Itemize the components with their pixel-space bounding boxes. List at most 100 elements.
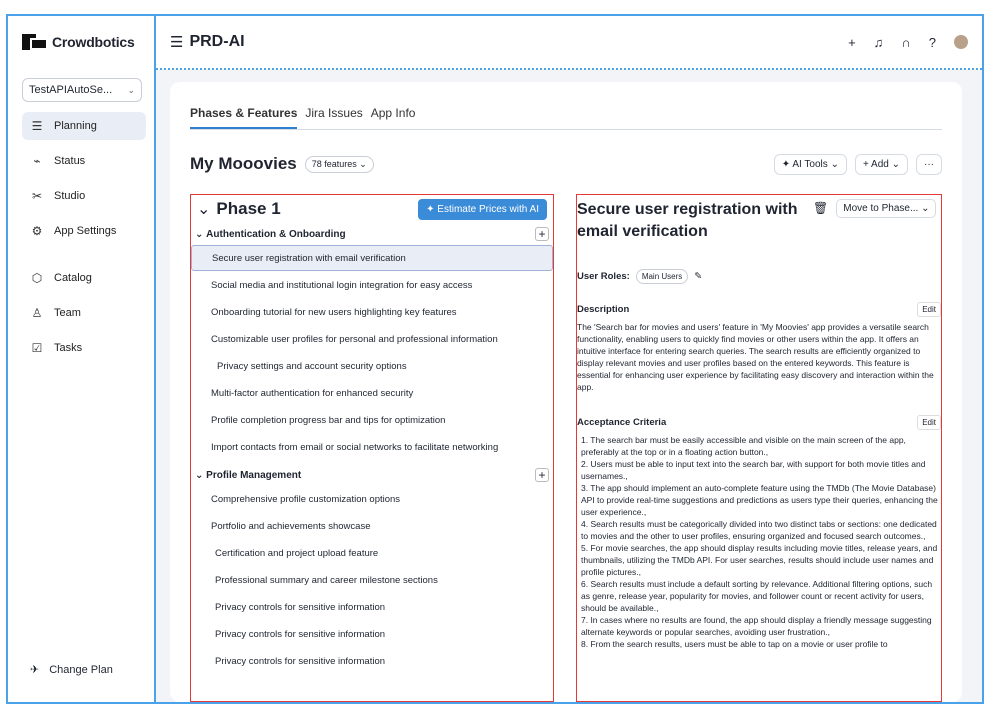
move-to-phase-label: Move to Phase... [843, 203, 919, 214]
sidebar-item-studio[interactable]: ✂ Studio [22, 182, 146, 210]
more-button[interactable]: ··· [916, 153, 942, 175]
list-item[interactable]: Social media and institutional login int… [191, 272, 553, 298]
chevron-down-icon: ⌄ [127, 84, 135, 95]
criteria-item: 1. The search bar must be easily accessi… [581, 435, 906, 457]
team-icon: ♙ [31, 306, 43, 320]
list-item[interactable]: Privacy controls for sensitive informati… [191, 621, 553, 647]
sidebar-item-team[interactable]: ♙ Team [22, 299, 146, 327]
sidebar-item-label: Status [54, 155, 86, 167]
list-item[interactable]: Certification and project upload feature [191, 540, 553, 566]
project-select[interactable]: TestAPIAutoSe... ⌄ [22, 78, 142, 102]
plus-icon[interactable]: + [848, 35, 856, 50]
window-top-strip [0, 0, 988, 14]
sidebar-item-label: Studio [54, 190, 86, 202]
criteria-item: 2. Users must be able to input text into… [581, 459, 926, 481]
criteria-item: 6. Search results must include a default… [581, 579, 933, 613]
add-feature-button[interactable]: + [535, 468, 549, 482]
section-header[interactable]: ⌄ Profile Management + [191, 464, 553, 486]
feature-count-dropdown[interactable]: 78 features ⌄ [304, 155, 374, 173]
list-item[interactable]: Import contacts from email or social net… [191, 434, 553, 460]
estimate-label: Estimate Prices with AI [437, 203, 539, 215]
page-title: PRD-AI [189, 33, 245, 50]
top-header: ☰ PRD-AI + ♫ ∩ ? [156, 16, 982, 70]
phase-header: ⌄ Phase 1 ✦ Estimate Prices with AI [191, 195, 553, 223]
sidebar-item-tasks[interactable]: ☑ Tasks [22, 334, 146, 362]
ai-tools-label: AI Tools [792, 158, 828, 170]
edit-criteria-button[interactable]: Edit [917, 415, 941, 430]
sidebar-item-label: Planning [54, 120, 97, 132]
trash-icon[interactable]: 🗑 [813, 201, 828, 215]
list-item[interactable]: Profile completion progress bar and tips… [191, 407, 553, 433]
change-plan-label: Change Plan [49, 663, 113, 676]
section-header[interactable]: ⌄ Authentication & Onboarding + [191, 223, 553, 245]
chevron-down-icon: ⌄ [830, 158, 839, 170]
sidebar-item-label: Catalog [54, 272, 92, 284]
sidebar-item-planning[interactable]: ☰ Planning [22, 112, 146, 140]
list-item[interactable]: Privacy settings and account security op… [191, 353, 553, 379]
tab-phases-features[interactable]: Phases & Features [190, 104, 298, 129]
chevron-down-icon[interactable]: ⌄ [197, 199, 210, 219]
feature-detail-pane: Secure user registration with email veri… [576, 194, 942, 702]
sidebar-item-label: Tasks [54, 342, 83, 354]
sidebar: Crowdbotics TestAPIAutoSe... ⌄ ☰ Plannin… [6, 14, 154, 704]
user-roles-row: User Roles: Main Users ✎ [577, 269, 941, 284]
chevron-down-icon: ⌄ [891, 158, 900, 170]
header-actions: + ♫ ∩ ? [848, 35, 968, 50]
sidebar-item-label: App Settings [54, 225, 117, 237]
list-item[interactable]: Portfolio and achievements showcase [191, 513, 553, 539]
tab-jira-issues[interactable]: Jira Issues [305, 104, 362, 129]
sidebar-item-catalog[interactable]: ⬡ Catalog [22, 264, 146, 292]
features-pane: ⌄ Phase 1 ✦ Estimate Prices with AI ⌄ Au… [190, 194, 554, 702]
headset-icon[interactable]: ∩ [901, 35, 910, 50]
list-item[interactable]: Privacy controls for sensitive informati… [191, 594, 553, 620]
criteria-header: Acceptance Criteria Edit [577, 415, 941, 430]
add-label: Add [871, 158, 889, 170]
bell-icon[interactable]: ♫ [874, 35, 884, 50]
add-button[interactable]: + Add ⌄ [854, 153, 908, 175]
estimate-prices-button[interactable]: ✦ Estimate Prices with AI [418, 198, 547, 220]
ai-tools-button[interactable]: ✦ AI Tools ⌄ [773, 153, 847, 175]
brand-logo[interactable]: Crowdbotics [22, 34, 135, 50]
section-title: Profile Management [206, 469, 302, 481]
change-plan-link[interactable]: ✈ Change Plan [30, 663, 113, 677]
tasks-icon: ☑ [31, 341, 43, 355]
add-feature-button[interactable]: + [535, 227, 549, 241]
criteria-item: 8. From the search results, users must b… [581, 639, 888, 649]
project-name: My Mooovies [190, 154, 297, 173]
move-to-phase-button[interactable]: Move to Phase... ⌄ [836, 199, 937, 218]
rocket-icon: ✈ [30, 664, 40, 676]
list-item[interactable]: Multi-factor authentication for enhanced… [191, 380, 553, 406]
tab-bar: Phases & Features Jira Issues App Info [190, 104, 942, 130]
list-item[interactable]: Onboarding tutorial for new users highli… [191, 299, 553, 325]
help-icon[interactable]: ? [929, 35, 936, 50]
feature-count-label: 78 features [311, 158, 357, 169]
sparkle-icon: ✦ [426, 203, 438, 215]
catalog-icon: ⬡ [31, 271, 43, 285]
main-area: ☰ PRD-AI + ♫ ∩ ? Phases & Features Jira … [154, 14, 984, 704]
role-badge[interactable]: Main Users [635, 269, 689, 284]
list-item[interactable]: Professional summary and career mileston… [191, 567, 553, 593]
sidebar-item-status[interactable]: ⌁ Status [22, 147, 146, 175]
description-text: The 'Search bar for movies and users' fe… [577, 322, 934, 392]
tab-app-info[interactable]: App Info [371, 104, 416, 129]
list-item[interactable]: Secure user registration with email veri… [191, 245, 553, 271]
edit-description-button[interactable]: Edit [917, 302, 941, 317]
sidebar-item-app-settings[interactable]: ⚙ App Settings [22, 217, 146, 245]
planning-menu-icon: ☰ [170, 34, 184, 51]
sidebar-item-label: Team [54, 307, 81, 319]
avatar[interactable] [954, 35, 968, 49]
plus-icon: + [862, 158, 872, 170]
chevron-down-icon: ⌄ [195, 228, 207, 240]
description-header: Description Edit [577, 302, 941, 317]
list-item[interactable]: Comprehensive profile customization opti… [191, 486, 553, 512]
criteria-item: 7. In cases where no results are found, … [581, 615, 932, 637]
criteria-item: 3. The app should implement an auto-comp… [581, 483, 938, 517]
pencil-icon[interactable]: ✎ [694, 271, 702, 282]
status-icon: ⌁ [33, 154, 41, 168]
list-item[interactable]: Customizable user profiles for personal … [191, 326, 553, 352]
list-item[interactable]: Privacy controls for sensitive informati… [191, 648, 553, 674]
settings-icon: ⚙ [31, 224, 43, 238]
criteria-list: 1. The search bar must be easily accessi… [577, 434, 941, 650]
section-title: Authentication & Onboarding [206, 228, 346, 240]
